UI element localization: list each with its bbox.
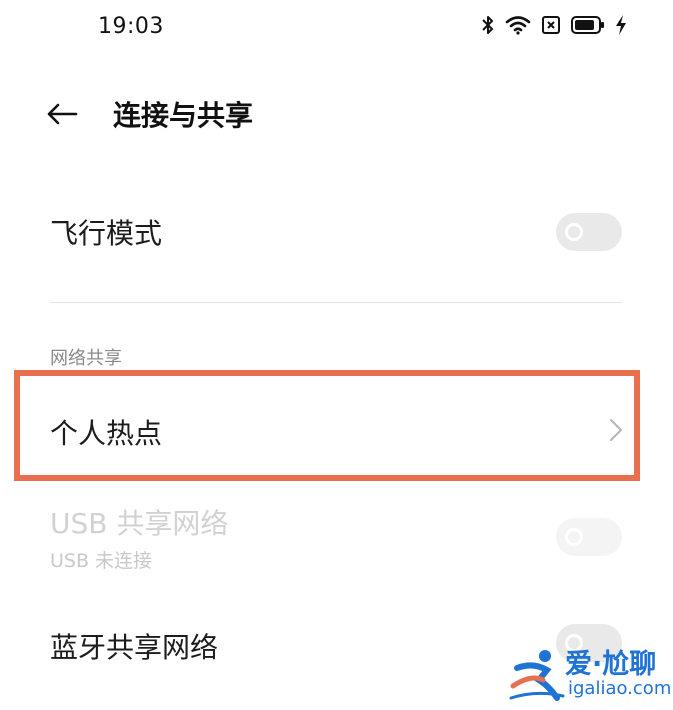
arrow-left-icon [46,102,78,130]
status-time: 19:03 [98,14,164,39]
watermark-logo-icon [509,646,567,708]
usb-tethering-toggle [556,518,622,556]
bluetooth-tethering-label: 蓝牙共享网络 [50,631,219,664]
highlight-box [14,370,640,481]
charging-icon [615,14,627,36]
back-button[interactable] [40,96,84,136]
usb-tethering-sublabel: USB 未连接 [50,550,153,572]
watermark-brand: 爱·尬聊 [565,649,657,680]
status-icons [481,14,627,36]
airplane-mode-toggle[interactable] [556,213,622,251]
battery-icon [571,15,605,35]
airplane-mode-row[interactable]: 飞行模式 [0,190,673,280]
watermark: 爱·尬聊 igaliao.com [505,640,672,708]
toggle-knob [565,528,583,546]
divider [50,302,622,303]
watermark-url: igaliao.com [568,678,672,699]
usb-tethering-row: USB 共享网络 USB 未连接 [0,496,673,586]
status-bar: 19:03 [0,0,673,56]
bluetooth-icon [481,14,495,36]
usb-tethering-label: USB 共享网络 [50,507,229,540]
airplane-mode-label: 飞行模式 [50,217,163,250]
sim-disabled-icon [541,15,561,35]
toggle-knob [565,223,583,241]
page-title: 连接与共享 [113,99,254,132]
header: 连接与共享 [0,88,673,144]
wifi-icon [505,15,531,35]
section-header: 网络共享 [50,348,122,369]
